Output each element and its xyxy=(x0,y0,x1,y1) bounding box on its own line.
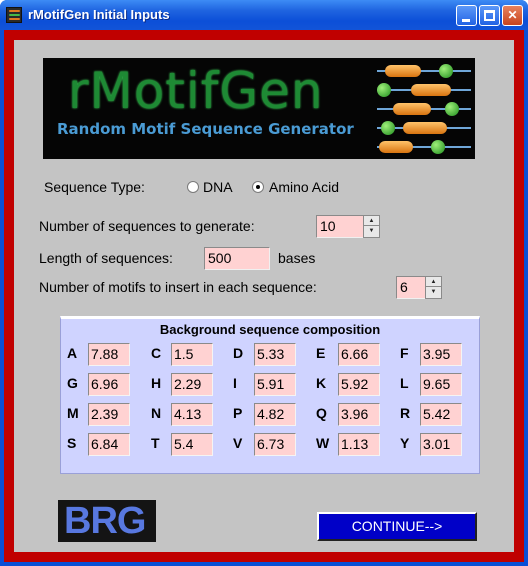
length-label: Length of sequences: xyxy=(39,250,173,266)
banner-title: rMotifGen xyxy=(68,62,324,120)
aa-label-a: A xyxy=(67,345,78,361)
aa-input-r[interactable]: 5.42 xyxy=(420,403,462,426)
radio-dna[interactable] xyxy=(187,181,199,193)
composition-group: Background sequence composition A 7.88 C 1.… xyxy=(60,316,480,474)
aa-input-d[interactable]: 5.33 xyxy=(254,343,296,366)
app-window: rMotifGen Initial Inputs ✕ rMotifGen Ran… xyxy=(0,0,528,566)
aa-input-q[interactable]: 3.96 xyxy=(338,403,380,426)
close-icon: ✕ xyxy=(507,8,518,22)
aa-label-g: G xyxy=(67,375,78,391)
aa-label-m: M xyxy=(67,405,79,421)
aa-input-s[interactable]: 6.84 xyxy=(88,433,130,456)
radio-dna-label[interactable]: DNA xyxy=(203,179,233,195)
aa-label-i: I xyxy=(233,375,237,391)
num-sequences-input[interactable]: 10 xyxy=(316,215,364,238)
num-sequences-label: Number of sequences to generate: xyxy=(39,218,255,234)
aa-label-q: Q xyxy=(316,405,327,421)
num-motifs-label: Number of motifs to insert in each seque… xyxy=(39,279,317,295)
aa-label-d: D xyxy=(233,345,244,361)
aa-input-l[interactable]: 9.65 xyxy=(420,373,462,396)
aa-input-e[interactable]: 6.66 xyxy=(338,343,380,366)
aa-label-p: P xyxy=(233,405,243,421)
close-button[interactable]: ✕ xyxy=(502,5,523,26)
motif-sequence-graphic xyxy=(373,62,471,156)
spin-up-icon[interactable]: ▲ xyxy=(364,216,379,226)
length-unit: bases xyxy=(278,250,316,266)
minimize-icon xyxy=(462,19,470,22)
aa-input-p[interactable]: 4.82 xyxy=(254,403,296,426)
minimize-button[interactable] xyxy=(456,5,477,26)
spin-down-icon[interactable]: ▼ xyxy=(426,287,441,297)
aa-label-y: Y xyxy=(400,435,410,451)
aa-input-n[interactable]: 4.13 xyxy=(171,403,213,426)
maximize-button[interactable] xyxy=(479,5,500,26)
num-motifs-stepper[interactable]: ▲ ▼ xyxy=(425,276,442,299)
sequence-type-label: Sequence Type: xyxy=(44,179,145,195)
aa-input-a[interactable]: 7.88 xyxy=(88,343,130,366)
aa-label-f: F xyxy=(400,345,409,361)
aa-input-y[interactable]: 3.01 xyxy=(420,433,462,456)
aa-label-s: S xyxy=(67,435,77,451)
main-panel: rMotifGen Random Motif Sequence Generato… xyxy=(14,40,514,552)
aa-input-h[interactable]: 2.29 xyxy=(171,373,213,396)
aa-label-l: L xyxy=(400,375,409,391)
aa-label-k: K xyxy=(316,375,327,391)
banner: rMotifGen Random Motif Sequence Generato… xyxy=(43,58,475,159)
red-frame: rMotifGen Random Motif Sequence Generato… xyxy=(4,30,524,562)
aa-input-g[interactable]: 6.96 xyxy=(88,373,130,396)
maximize-icon xyxy=(484,10,495,21)
banner-subtitle: Random Motif Sequence Generator xyxy=(57,120,354,138)
aa-label-h: H xyxy=(151,375,162,391)
composition-title: Background sequence composition xyxy=(159,322,381,337)
aa-input-w[interactable]: 1.13 xyxy=(338,433,380,456)
continue-button[interactable]: CONTINUE--> xyxy=(317,512,477,541)
brg-logo-text: BRG xyxy=(64,500,146,542)
app-icon[interactable] xyxy=(6,7,22,23)
num-sequences-stepper[interactable]: ▲ ▼ xyxy=(363,215,380,238)
num-motifs-input[interactable]: 6 xyxy=(396,276,426,299)
aa-input-c[interactable]: 1.5 xyxy=(171,343,213,366)
radio-amino-acid-label[interactable]: Amino Acid xyxy=(269,179,339,195)
radio-amino-acid[interactable] xyxy=(252,181,264,193)
aa-input-k[interactable]: 5.92 xyxy=(338,373,380,396)
title-bar[interactable]: rMotifGen Initial Inputs ✕ xyxy=(0,0,528,30)
aa-input-i[interactable]: 5.91 xyxy=(254,373,296,396)
aa-input-f[interactable]: 3.95 xyxy=(420,343,462,366)
aa-label-w: W xyxy=(316,435,330,451)
aa-input-m[interactable]: 2.39 xyxy=(88,403,130,426)
aa-label-e: E xyxy=(316,345,326,361)
window-title: rMotifGen Initial Inputs xyxy=(28,7,170,22)
aa-input-t[interactable]: 5.4 xyxy=(171,433,213,456)
aa-label-r: R xyxy=(400,405,411,421)
spin-up-icon[interactable]: ▲ xyxy=(426,277,441,287)
aa-label-c: C xyxy=(151,345,162,361)
aa-label-t: T xyxy=(151,435,160,451)
aa-input-v[interactable]: 6.73 xyxy=(254,433,296,456)
spin-down-icon[interactable]: ▼ xyxy=(364,226,379,236)
aa-label-v: V xyxy=(233,435,243,451)
aa-label-n: N xyxy=(151,405,162,421)
length-input[interactable]: 500 xyxy=(204,247,270,270)
brg-logo: BRG xyxy=(58,500,156,542)
